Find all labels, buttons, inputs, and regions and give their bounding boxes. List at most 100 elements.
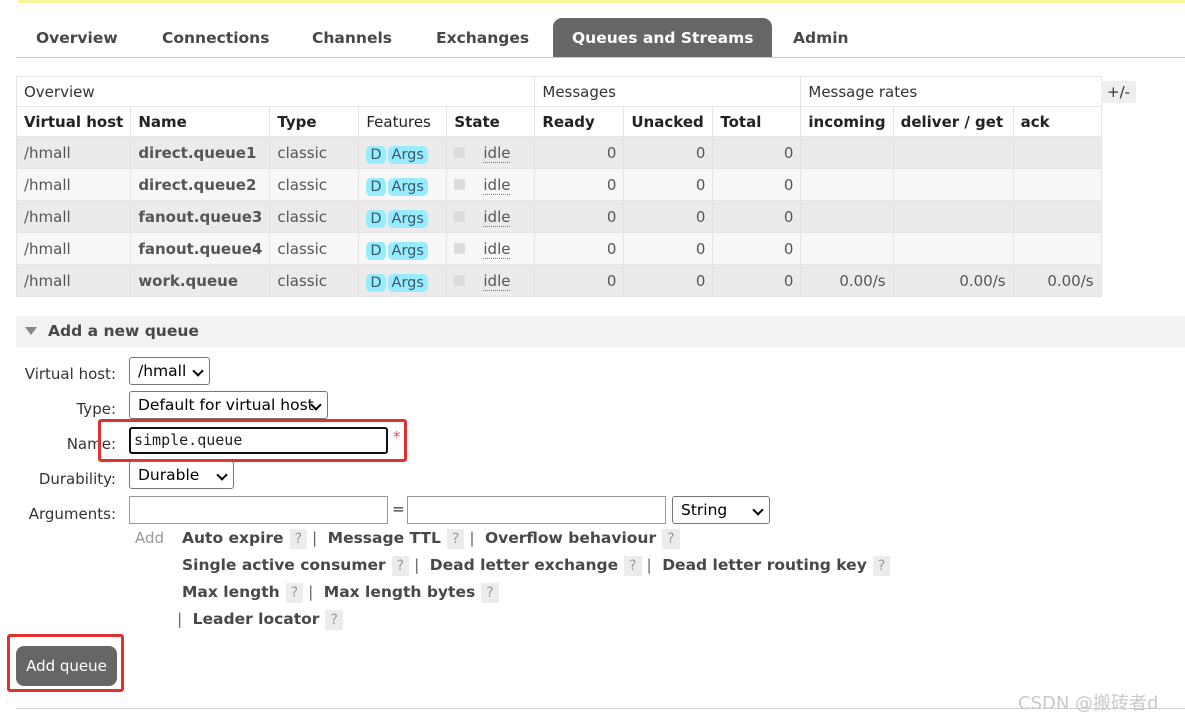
col-virtual-host[interactable]: Virtual host: [15, 106, 132, 137]
help-icon[interactable]: ?: [662, 529, 680, 549]
collapse-triangle-icon: [25, 327, 37, 335]
help-icon[interactable]: ?: [446, 529, 465, 549]
durable-tag: D: [366, 145, 386, 164]
queues-table: Overview Messages Message rates Virtual …: [15, 76, 1102, 297]
cell-vhost: /hmall: [15, 200, 132, 233]
argument-type-value: String: [681, 501, 728, 519]
col-state[interactable]: State: [446, 106, 536, 137]
cell-deliver-get: [892, 232, 1014, 265]
cell-type: classic: [269, 200, 360, 233]
add-queue-section-header[interactable]: Add a new queue: [16, 316, 1185, 347]
tab-overview[interactable]: Overview: [17, 18, 137, 57]
col-features: Features: [358, 106, 448, 137]
chevron-down-icon: [192, 365, 204, 377]
table-row: /hmall direct.queue1 classic D Args idle 0 0 0: [15, 136, 1102, 169]
argument-key-input[interactable]: [129, 496, 388, 524]
cell-type: classic: [269, 168, 360, 201]
args-tag: Args: [387, 177, 428, 196]
leader-locator-link[interactable]: Leader locator: [193, 610, 320, 628]
col-unacked[interactable]: Unacked: [623, 106, 714, 137]
col-ack[interactable]: ack: [1012, 106, 1102, 137]
queue-name-link[interactable]: work.queue: [130, 264, 271, 297]
durable-tag: D: [366, 273, 386, 292]
cell-type: classic: [269, 136, 360, 169]
queue-name-link[interactable]: direct.queue1: [130, 136, 271, 169]
separator: |: [308, 583, 314, 601]
chevron-down-icon: [752, 504, 764, 516]
name-highlight-box: [98, 419, 407, 462]
virtual-host-label: Virtual host:: [24, 365, 116, 383]
virtual-host-value: /hmall: [138, 362, 187, 380]
max-length-bytes-link[interactable]: Max length bytes: [324, 583, 475, 601]
col-ready[interactable]: Ready: [534, 106, 625, 137]
tab-channels[interactable]: Channels: [293, 18, 411, 57]
cell-total: 0: [712, 264, 802, 297]
top-accent-strip: [18, 0, 1185, 3]
col-incoming[interactable]: incoming: [800, 106, 894, 137]
state-text: idle: [483, 239, 511, 259]
cell-state: idle: [446, 200, 536, 233]
dead-letter-exchange-link[interactable]: Dead letter exchange: [430, 556, 618, 574]
type-select[interactable]: Default for virtual host: [129, 391, 328, 419]
argument-shortcuts-row-1: Auto expire? | Message TTL? | Overflow beh…: [182, 529, 680, 549]
type-label: Type:: [76, 400, 116, 418]
col-deliver-get[interactable]: deliver / get: [892, 106, 1014, 137]
add-argument-link[interactable]: Add: [135, 529, 164, 547]
help-icon[interactable]: ?: [624, 556, 642, 576]
argument-type-select[interactable]: String: [672, 496, 770, 524]
help-icon[interactable]: ?: [289, 529, 307, 549]
group-header-message-rates: Message rates: [800, 76, 1102, 107]
max-length-link[interactable]: Max length: [182, 583, 280, 601]
queue-name-link[interactable]: direct.queue2: [130, 168, 271, 201]
separator: |: [414, 556, 420, 574]
tab-exchanges[interactable]: Exchanges: [417, 18, 548, 57]
message-ttl-link[interactable]: Message TTL: [328, 529, 441, 547]
cell-ready: 0: [534, 232, 625, 265]
help-icon[interactable]: ?: [481, 583, 499, 603]
auto-expire-link[interactable]: Auto expire: [182, 529, 284, 547]
queue-name-link[interactable]: fanout.queue3: [130, 200, 271, 233]
separator: |: [646, 556, 652, 574]
argument-shortcuts-row-3: Max length? | Max length bytes?: [182, 583, 499, 603]
state-text: idle: [483, 175, 511, 195]
args-tag: Args: [387, 241, 428, 260]
cell-features: D Args: [358, 264, 448, 297]
virtual-host-select[interactable]: /hmall: [129, 357, 210, 385]
cell-total: 0: [712, 232, 802, 265]
overflow-behaviour-link[interactable]: Overflow behaviour: [485, 529, 656, 547]
col-total[interactable]: Total: [712, 106, 802, 137]
single-active-consumer-link[interactable]: Single active consumer: [182, 556, 386, 574]
table-row: /hmall fanout.queue4 classic D Args idle 0 0 0: [15, 232, 1102, 265]
table-row: /hmall direct.queue2 classic D Args idle 0 0 0: [15, 168, 1102, 201]
help-icon[interactable]: ?: [285, 583, 304, 603]
args-tag: Args: [387, 209, 428, 228]
arguments-label: Arguments:: [28, 505, 116, 523]
bottom-divider: [16, 708, 1185, 709]
cell-incoming: [800, 136, 894, 169]
argument-value-input[interactable]: [407, 496, 666, 524]
col-name[interactable]: Name: [130, 106, 271, 137]
column-toggle-button[interactable]: +/-: [1101, 81, 1137, 103]
cell-deliver-get: [892, 200, 1014, 233]
durable-tag: D: [366, 177, 386, 196]
cell-total: 0: [712, 200, 802, 233]
help-icon[interactable]: ?: [872, 556, 891, 576]
add-queue-button[interactable]: Add queue: [16, 646, 117, 686]
tab-admin[interactable]: Admin: [774, 18, 868, 57]
tab-connections[interactable]: Connections: [143, 18, 288, 57]
cell-features: D Args: [358, 200, 448, 233]
cell-ack: [1012, 136, 1102, 169]
state-indicator-icon: [454, 146, 466, 158]
help-icon[interactable]: ?: [391, 556, 410, 576]
col-type[interactable]: Type: [269, 106, 360, 137]
cell-total: 0: [712, 136, 802, 169]
tab-queues-and-streams[interactable]: Queues and Streams: [553, 18, 773, 57]
queue-name-link[interactable]: fanout.queue4: [130, 232, 271, 265]
state-indicator-icon: [454, 242, 466, 254]
durability-select[interactable]: Durable: [129, 461, 234, 489]
help-icon[interactable]: ?: [325, 610, 343, 630]
dead-letter-routing-key-link[interactable]: Dead letter routing key: [662, 556, 867, 574]
cell-ack: [1012, 232, 1102, 265]
cell-ack: [1012, 168, 1102, 201]
cell-features: D Args: [358, 136, 448, 169]
